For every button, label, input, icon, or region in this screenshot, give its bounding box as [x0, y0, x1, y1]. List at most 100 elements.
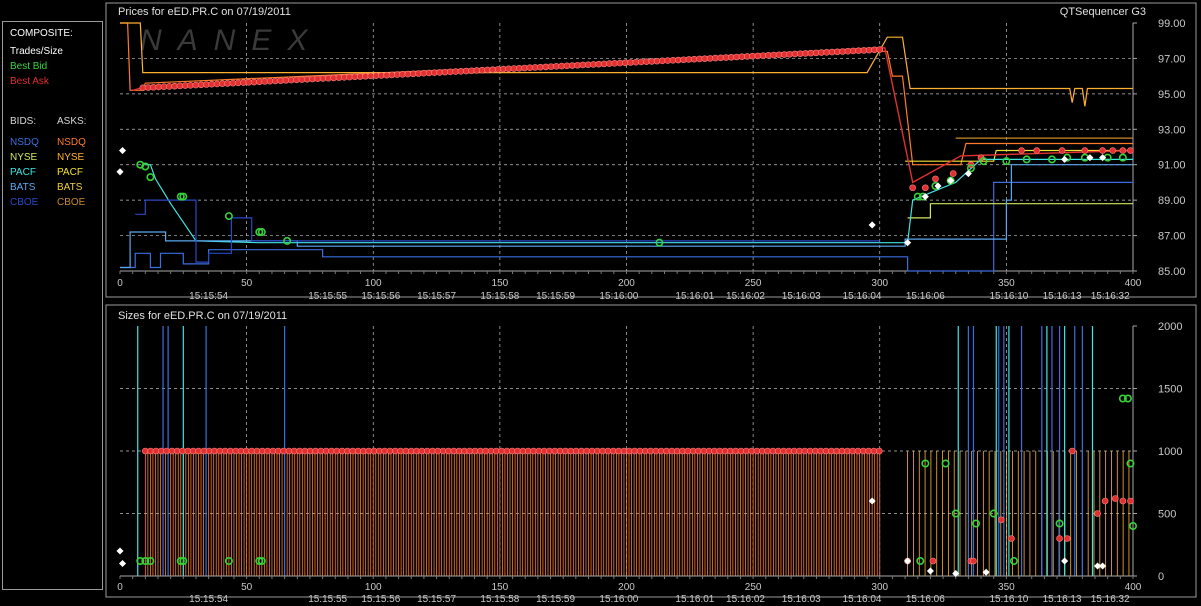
ask-size-marker	[1056, 535, 1063, 542]
size-x-tick-label: 100	[365, 582, 382, 593]
trade-size-point	[118, 559, 127, 568]
trade-size-point	[1061, 557, 1069, 565]
size-x-tick-label: 200	[618, 582, 635, 593]
size-time-label: 15:15:56	[361, 594, 400, 605]
best-ask-marker	[949, 170, 957, 177]
price-y-tick-label: 89.00	[1158, 195, 1186, 207]
price-y-tick-label: 93.00	[1158, 124, 1186, 136]
legend-ask-nsdq: NSDQ	[57, 137, 86, 148]
ask-size-marker	[875, 447, 883, 455]
price-line-nyse_bid	[907, 203, 1133, 219]
price-y-tick-label: 87.00	[1158, 231, 1186, 243]
size-time-label: 15:15:55	[308, 594, 347, 605]
price-time-label: 15:15:59	[536, 291, 575, 302]
ask-size-marker	[1063, 535, 1071, 542]
trade-point	[868, 221, 876, 229]
size-chart-title: Sizes for eED.PR.C on 07/19/2011	[118, 310, 287, 322]
legend-ask-pacf: PACF	[57, 167, 83, 178]
size-x-tick-label: 0	[117, 582, 123, 593]
price-time-label: 15:15:57	[417, 291, 456, 302]
ask-size-marker	[970, 557, 977, 565]
trade-point	[116, 168, 124, 176]
price-markers	[116, 46, 1134, 247]
legend-bid-nsdq: NSDQ	[10, 137, 39, 148]
legend-trades-size: Trades/Size	[10, 46, 63, 57]
best-ask-marker	[1018, 147, 1025, 154]
price-x-tick-label: 100	[365, 278, 382, 289]
price-y-tick-label: 85.00	[1158, 266, 1186, 278]
legend-composite-header: COMPOSITE:	[10, 28, 73, 39]
legend-bid-nyse: NYSE	[10, 152, 38, 163]
best-bid-marker	[224, 212, 233, 221]
best-ask-marker	[1081, 147, 1089, 154]
price-y-tick-label: 91.00	[1158, 160, 1186, 172]
price-time-label: 15:16:13	[1043, 291, 1082, 302]
ask-size-marker	[929, 557, 937, 565]
best-ask-marker	[1109, 147, 1117, 154]
size-x-tick-label: 50	[241, 582, 253, 593]
price-time-label: 15:16:02	[726, 291, 765, 302]
price-time-label: 15:15:54	[189, 291, 228, 302]
price-y-tick-label: 99.00	[1158, 18, 1186, 30]
trade-point	[1061, 155, 1069, 163]
chart-canvas: Prices for eED.PR.C on 07/19/2011 QTSequ…	[105, 2, 1197, 605]
best-ask-line	[132, 47, 1134, 184]
nanex-logo: NANEX	[140, 24, 323, 57]
legend-ask-cboe: CBOE	[57, 197, 86, 208]
trade-size-point	[926, 567, 934, 575]
price-time-label: 15:16:06	[906, 291, 945, 302]
price-time-label: 15:15:55	[308, 291, 347, 302]
price-x-tick-label: 400	[1125, 278, 1142, 289]
size-time-label: 15:16:32	[1091, 594, 1130, 605]
legend-ask-nyse: NYSE	[57, 152, 85, 163]
trade-size-point	[904, 557, 912, 565]
legend-ask-bats: BATS	[57, 182, 83, 193]
ask-size-marker	[1101, 497, 1109, 505]
bid-size-marker	[916, 556, 925, 565]
best-ask-marker	[1127, 147, 1134, 154]
price-x-tick-label: 200	[618, 278, 635, 289]
legend-best-ask: Best Ask	[10, 76, 49, 87]
best-ask-marker	[932, 175, 939, 183]
size-time-label: 15:16:00	[599, 594, 638, 605]
price-time-label: 15:16:03	[782, 291, 821, 302]
size-y-tick-label: 2000	[1158, 321, 1182, 333]
size-x-tick-label: 150	[492, 582, 509, 593]
legend-bids-header: BIDS:	[10, 116, 37, 127]
best-ask-marker	[1099, 147, 1106, 154]
size-y-tick-label: 500	[1158, 509, 1176, 521]
price-y-tick-label: 97.00	[1158, 53, 1186, 65]
best-bid-marker	[146, 173, 155, 182]
legend-bid-pacf: PACF	[10, 167, 36, 178]
ask-size-marker	[1094, 510, 1101, 517]
price-time-label: 15:16:00	[599, 291, 638, 302]
bid-size-marker	[941, 459, 950, 468]
legend-best-bid: Best Bid	[10, 61, 48, 72]
ask-size-marker	[1068, 447, 1076, 455]
ask-size-marker	[1127, 497, 1134, 505]
price-time-label: 15:15:56	[361, 291, 400, 302]
best-ask-marker	[1033, 147, 1041, 154]
size-time-label: 15:16:01	[675, 594, 714, 605]
price-chart-title-right: QTSequencer G3	[1060, 6, 1146, 18]
price-x-tick-label: 300	[871, 278, 888, 289]
price-time-label: 15:16:32	[1091, 291, 1130, 302]
size-time-label: 15:15:54	[189, 594, 228, 605]
size-time-label: 15:15:58	[480, 594, 519, 605]
size-time-label: 15:16:04	[843, 594, 882, 605]
size-x-tick-label: 350	[998, 582, 1015, 593]
size-x-tick-label: 250	[745, 582, 762, 593]
size-x-tick-label: 300	[871, 582, 888, 593]
legend-panel: COMPOSITE: Trades/Size Best Bid Best Ask…	[2, 21, 103, 590]
best-ask-marker	[922, 184, 929, 192]
trade-size-point	[116, 547, 124, 555]
ask-size-marker	[998, 516, 1005, 524]
price-line-pacf_bid	[145, 158, 1133, 244]
best-ask-marker	[1058, 147, 1066, 154]
ask-size-marker	[1008, 535, 1015, 542]
price-panel: Prices for eED.PR.C on 07/19/2011 QTSequ…	[105, 2, 1197, 302]
size-panel: Sizes for eED.PR.C on 07/19/2011 0 500 100…	[105, 304, 1197, 605]
price-chart-title: Prices for eED.PR.C on 07/19/2011	[118, 6, 291, 18]
size-time-label: 15:16:06	[906, 594, 945, 605]
legend-bid-bats: BATS	[10, 182, 36, 193]
